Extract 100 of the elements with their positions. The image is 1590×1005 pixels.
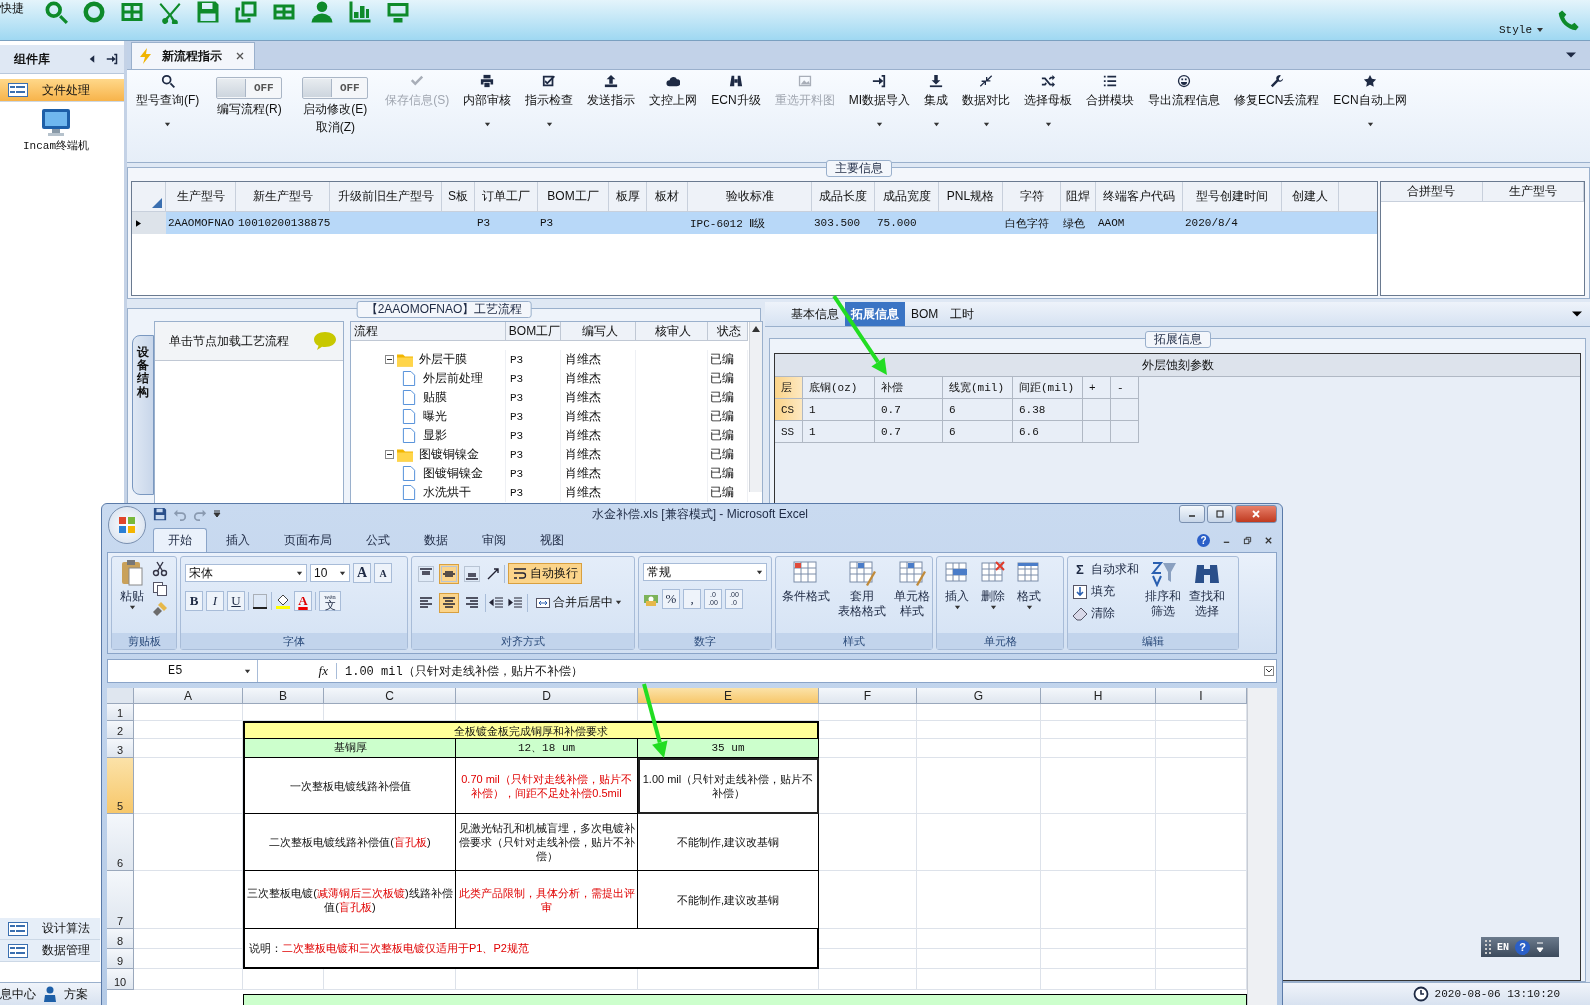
scrollbar[interactable] bbox=[1247, 688, 1277, 1005]
column-header[interactable]: 补偿 bbox=[875, 377, 943, 399]
row-header[interactable]: 2 bbox=[107, 721, 134, 739]
column-header[interactable]: 生产型号 bbox=[1482, 182, 1584, 202]
side-tab[interactable]: 设备结构 bbox=[132, 335, 154, 495]
tree-node[interactable]: 曝光 bbox=[423, 408, 447, 425]
toolbar-button[interactable]: 集成 bbox=[917, 74, 955, 136]
scroll-up-icon[interactable] bbox=[752, 326, 760, 332]
cells-button[interactable]: 格式 bbox=[1013, 559, 1045, 611]
save-icon[interactable] bbox=[153, 507, 167, 521]
tab[interactable]: BOM bbox=[905, 302, 945, 326]
ribbon-tab[interactable]: 数据 bbox=[409, 528, 463, 552]
search-icon[interactable] bbox=[44, 0, 68, 24]
sheet-cell[interactable] bbox=[917, 758, 1041, 814]
toolbar-button[interactable]: 型号查询(F) bbox=[129, 74, 207, 136]
minimize-button[interactable] bbox=[1179, 505, 1205, 523]
row-header[interactable]: 5 bbox=[107, 758, 134, 814]
column-header[interactable]: BOM工厂 bbox=[506, 322, 561, 340]
status-item[interactable]: 方案 bbox=[64, 985, 88, 1003]
tree-node[interactable]: 图镀铜镍金 bbox=[419, 446, 479, 463]
ribbon-tab[interactable]: 公式 bbox=[351, 528, 405, 552]
sheet-cell[interactable] bbox=[1041, 704, 1156, 721]
dropdown-caret-icon[interactable] bbox=[1566, 50, 1576, 60]
scissors-icon[interactable] bbox=[152, 561, 168, 577]
close-icon[interactable] bbox=[236, 52, 244, 60]
shrink-font-button[interactable]: A bbox=[374, 563, 392, 583]
dropdown-caret-icon[interactable] bbox=[1572, 309, 1582, 319]
sheet-cell[interactable] bbox=[134, 704, 243, 721]
scrollbar[interactable] bbox=[749, 322, 762, 492]
row-header[interactable]: 6 bbox=[107, 814, 134, 871]
row-header[interactable]: 1 bbox=[107, 704, 134, 721]
sheet-cell[interactable] bbox=[917, 949, 1041, 969]
name-box[interactable]: E5 bbox=[108, 660, 258, 682]
customize-caret-icon[interactable] bbox=[213, 510, 221, 518]
toolbar-button[interactable]: 导出流程信息 bbox=[1141, 74, 1227, 136]
orientation-icon[interactable] bbox=[485, 565, 501, 582]
column-header[interactable]: D bbox=[456, 688, 638, 704]
row-header[interactable]: 3 bbox=[107, 739, 134, 758]
fill-bucket-icon[interactable] bbox=[275, 593, 291, 609]
ring-icon[interactable] bbox=[82, 0, 106, 24]
help-button[interactable]: ? bbox=[1197, 533, 1210, 547]
sheet-cell[interactable] bbox=[1041, 814, 1156, 871]
wrap-text-button[interactable]: 自动换行 bbox=[508, 563, 582, 584]
toolbar-button[interactable]: 指示检查 bbox=[518, 74, 581, 136]
style-menu[interactable]: Style bbox=[1499, 24, 1532, 36]
font-size-field[interactable]: 10 bbox=[310, 564, 350, 582]
document-tab[interactable]: 新流程指示 bbox=[131, 42, 255, 69]
person-icon[interactable] bbox=[310, 0, 334, 24]
column-header[interactable]: I bbox=[1156, 688, 1247, 704]
sheet-cell[interactable] bbox=[134, 969, 243, 990]
close-button[interactable] bbox=[1235, 505, 1277, 523]
collapse-icon[interactable] bbox=[385, 355, 394, 364]
column-header[interactable]: B bbox=[243, 688, 324, 704]
merge-center-button[interactable]: 合并后居中 bbox=[531, 592, 626, 613]
font-name-field[interactable]: 宋体 bbox=[185, 564, 307, 582]
vertical-align-button[interactable] bbox=[416, 563, 436, 584]
restore-icon[interactable] bbox=[1243, 535, 1252, 545]
redo-icon[interactable] bbox=[193, 507, 207, 521]
ribbon-tab[interactable]: 页面布局 bbox=[269, 528, 347, 552]
tab[interactable]: 拓展信息 bbox=[845, 302, 905, 326]
toolbar-button[interactable]: 选择母板 bbox=[1017, 74, 1079, 136]
toolbar-button[interactable]: 数据对比 bbox=[955, 74, 1017, 136]
sheet-cell[interactable] bbox=[1041, 758, 1156, 814]
column-header[interactable]: C bbox=[324, 688, 456, 704]
style-button[interactable]: 单元格 样式 bbox=[892, 559, 932, 619]
toolbar-button[interactable]: 合拼模块 bbox=[1079, 74, 1141, 136]
sheet-cell[interactable] bbox=[819, 704, 917, 721]
sheet-cell[interactable] bbox=[917, 871, 1041, 929]
ribbon-tab[interactable]: 插入 bbox=[211, 528, 265, 552]
sheet-cell[interactable] bbox=[819, 969, 917, 990]
column-header[interactable]: + bbox=[1083, 377, 1111, 399]
column-header[interactable]: 底铜(oz) bbox=[803, 377, 875, 399]
language-indicator[interactable]: EN bbox=[1497, 941, 1509, 953]
tab[interactable]: 基本信息 bbox=[785, 302, 845, 326]
sign-in-icon[interactable] bbox=[106, 53, 118, 65]
help-button[interactable]: ? bbox=[1515, 939, 1530, 955]
tree-node[interactable]: 显影 bbox=[423, 427, 447, 444]
sheet-cell[interactable] bbox=[1041, 949, 1156, 969]
horizontal-align-button[interactable] bbox=[439, 592, 459, 613]
percent-button[interactable]: % bbox=[662, 589, 680, 609]
vertical-align-button[interactable] bbox=[439, 563, 459, 584]
sheet-cell[interactable] bbox=[917, 969, 1041, 990]
sheet-cell[interactable] bbox=[1041, 871, 1156, 929]
row-header[interactable]: 7 bbox=[107, 871, 134, 929]
close-icon[interactable] bbox=[1264, 535, 1273, 545]
tree-node[interactable]: 外层前处理 bbox=[423, 370, 483, 387]
office-button[interactable] bbox=[108, 506, 146, 544]
sheet-cell[interactable] bbox=[1041, 929, 1156, 949]
ribbon-tab[interactable]: 视图 bbox=[525, 528, 579, 552]
table-row[interactable]: 2AAOMOFNAO 10010200138875 P3 P3 IPC-6012 Ⅱ级 303.500 75.000 白色字符 绿色 AAOM 2020/8/4 bbox=[132, 212, 1377, 234]
tree-node[interactable]: 图镀铜镍金 bbox=[423, 465, 483, 482]
toolbar-button[interactable]: ECN升级 bbox=[704, 74, 768, 136]
style-button[interactable]: 套用 表格格式 bbox=[836, 559, 888, 619]
autosum-button[interactable]: Σ 自动求和 bbox=[1072, 561, 1139, 578]
underline-button[interactable]: U bbox=[227, 591, 245, 611]
toolbar-button[interactable]: ECN自动上网 bbox=[1326, 74, 1414, 136]
comma-button[interactable]: , bbox=[683, 589, 701, 609]
toolbar-button[interactable]: 修复ECN丢流程 bbox=[1227, 74, 1327, 136]
chart-icon[interactable] bbox=[348, 0, 372, 24]
border-icon[interactable] bbox=[252, 593, 268, 609]
